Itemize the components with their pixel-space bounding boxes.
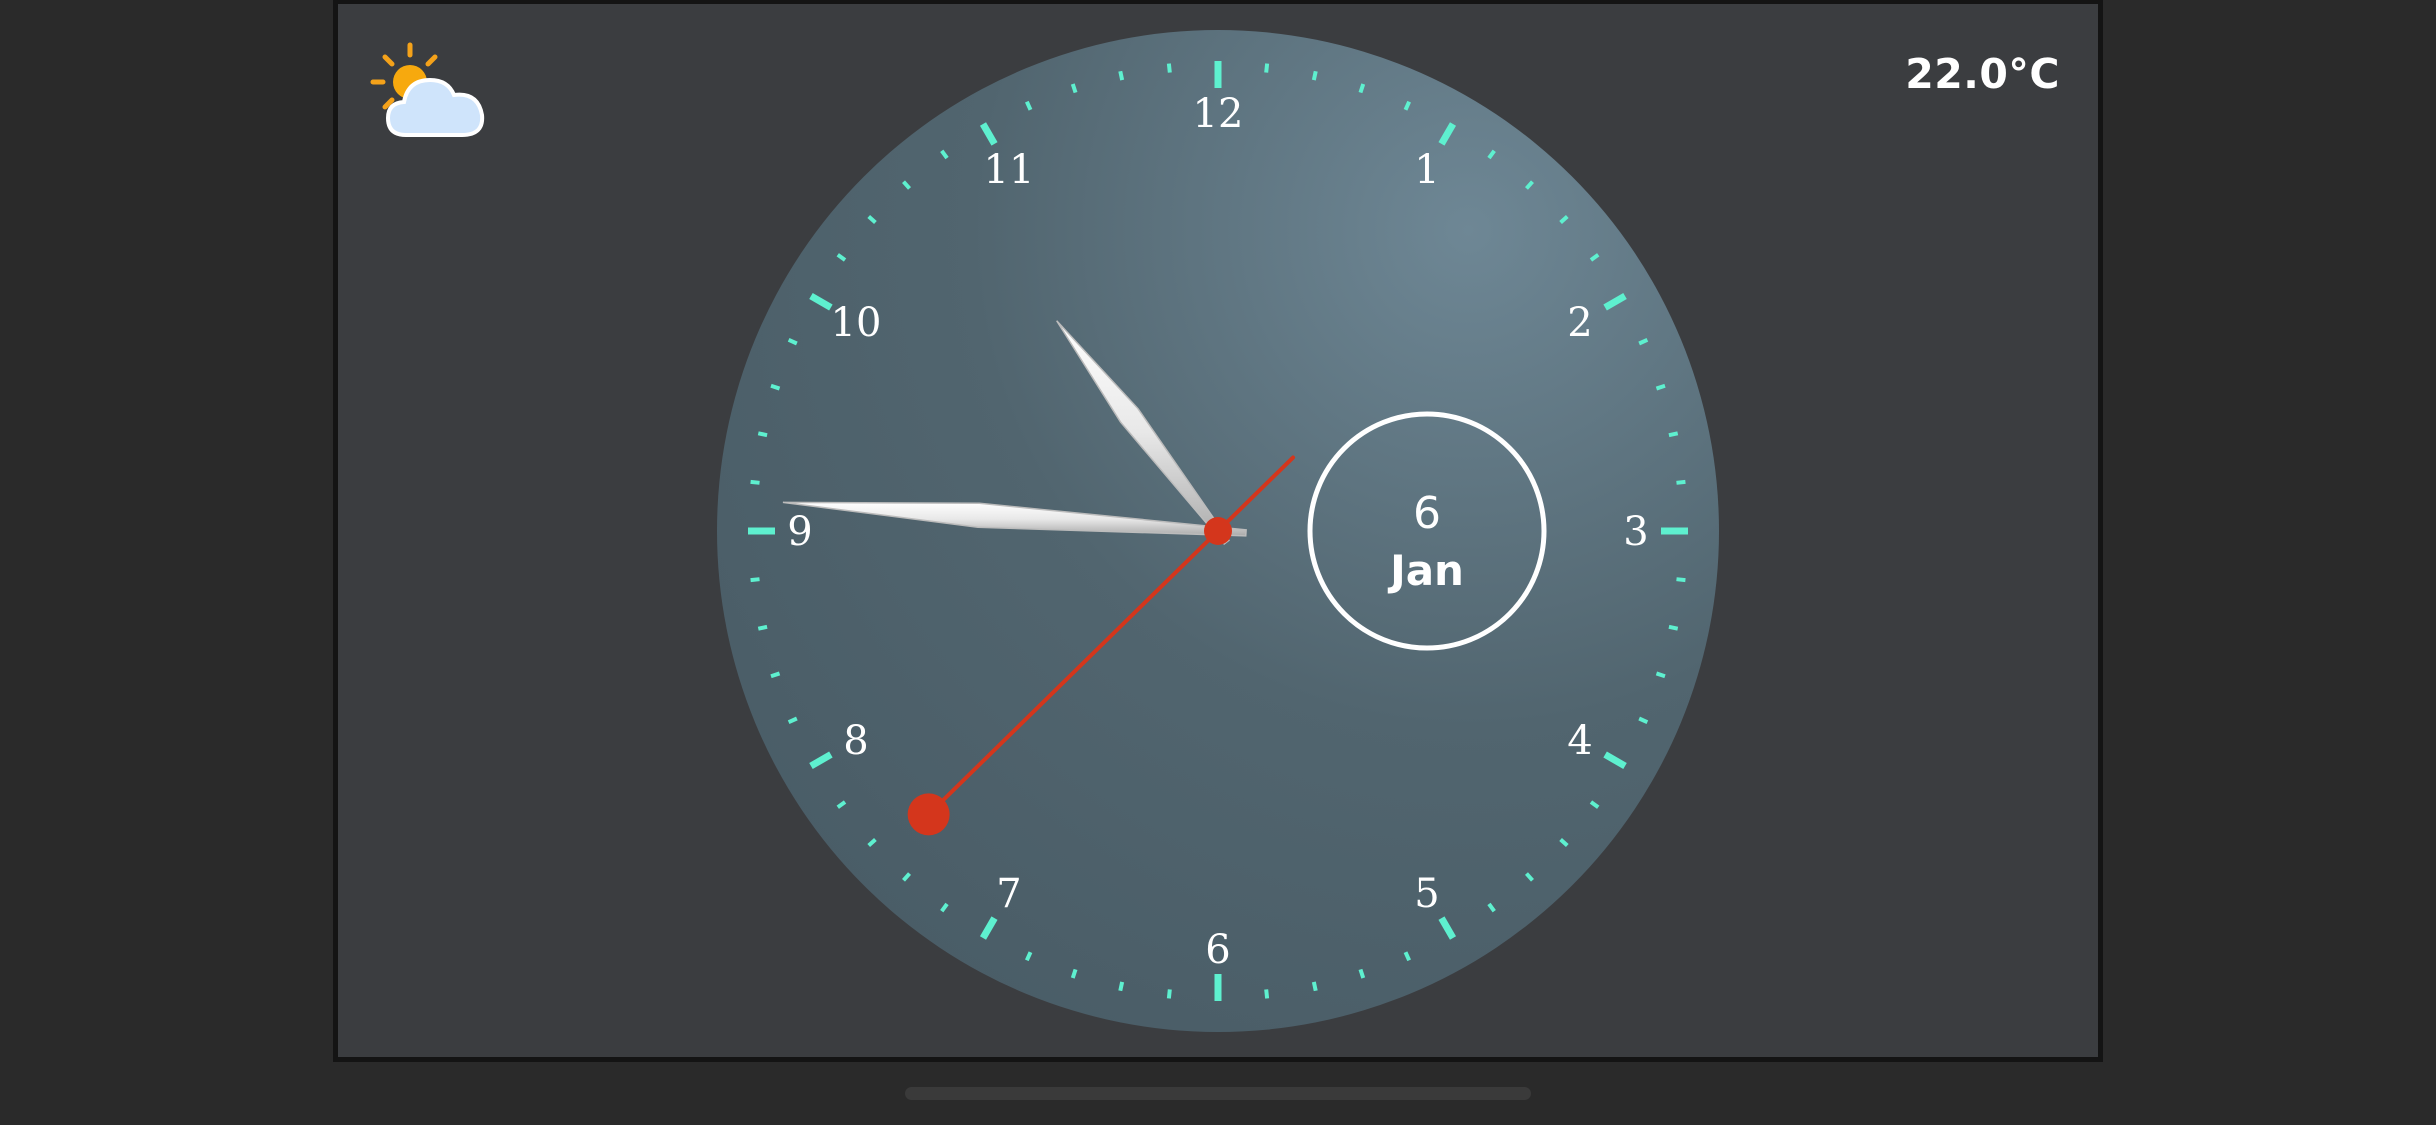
temperature-readout: 22.0°C xyxy=(1905,50,2060,98)
minute-tick xyxy=(1070,968,1078,979)
minute-tick xyxy=(757,431,768,438)
minute-tick xyxy=(1264,63,1270,73)
home-indicator-bar[interactable] xyxy=(905,1087,1531,1100)
minute-tick xyxy=(750,577,760,583)
second-hand-tip xyxy=(907,793,950,836)
minute-tick xyxy=(1358,968,1366,979)
minute-tick xyxy=(1676,479,1686,485)
minute-tick xyxy=(1655,671,1666,679)
minute-tick xyxy=(1668,624,1679,631)
hour-numeral: 5 xyxy=(1414,871,1439,917)
minute-tick xyxy=(1676,577,1686,583)
hour-numeral: 10 xyxy=(831,300,882,346)
date-month: Jan xyxy=(1387,546,1464,595)
minute-tick xyxy=(1655,383,1666,391)
minute-tick xyxy=(750,479,760,485)
hour-numeral: 8 xyxy=(843,718,868,764)
hour-numeral: 9 xyxy=(787,509,812,555)
center-pin xyxy=(1204,517,1232,545)
minute-tick xyxy=(1311,70,1318,81)
partly-cloudy-icon xyxy=(370,42,485,137)
minute-tick xyxy=(1118,981,1125,992)
minute-tick xyxy=(1118,70,1125,81)
hour-numeral: 2 xyxy=(1567,300,1592,346)
hour-numeral: 4 xyxy=(1567,718,1592,764)
minute-tick xyxy=(1264,989,1270,999)
hour-numeral: 6 xyxy=(1205,927,1230,973)
hour-numeral: 12 xyxy=(1193,91,1244,137)
minute-tick xyxy=(770,671,781,679)
minute-tick xyxy=(1358,83,1366,94)
minute-tick xyxy=(1668,431,1679,438)
minute-tick xyxy=(757,624,768,631)
minute-tick xyxy=(1166,63,1172,73)
minute-tick xyxy=(1311,981,1318,992)
hour-numeral: 1 xyxy=(1414,147,1439,193)
date-day: 6 xyxy=(1413,488,1441,539)
hour-numeral: 11 xyxy=(984,147,1035,193)
hour-numeral: 7 xyxy=(996,871,1021,917)
minute-tick xyxy=(1070,83,1078,94)
analog-clock: 121234567891011 6 Jan xyxy=(717,30,1719,1032)
minute-tick xyxy=(770,383,781,391)
hour-numeral: 3 xyxy=(1623,509,1648,555)
minute-tick xyxy=(1166,989,1172,999)
